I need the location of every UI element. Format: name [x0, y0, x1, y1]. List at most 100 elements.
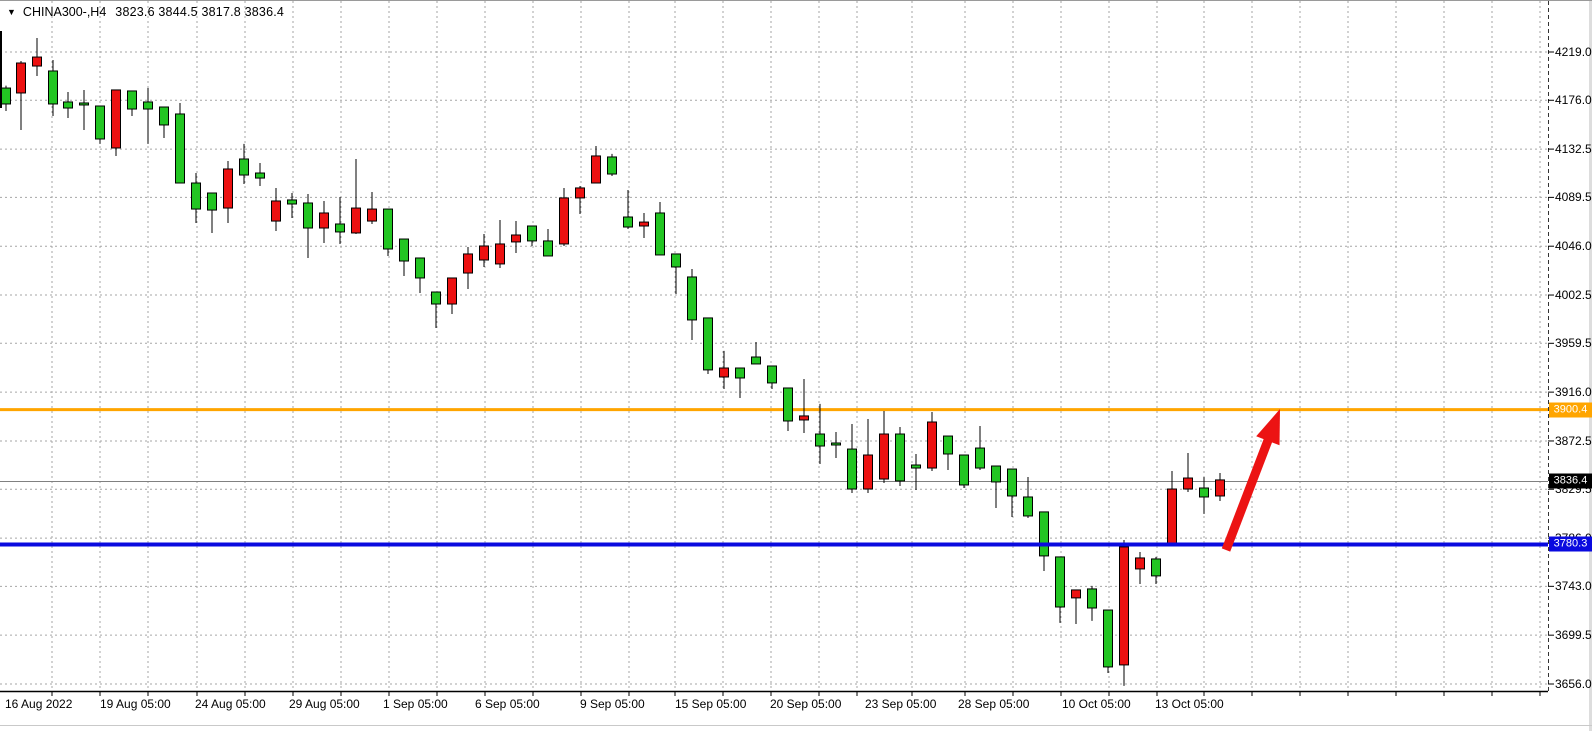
- candle-up: [176, 114, 185, 183]
- candle-up: [336, 224, 345, 232]
- candle-down: [1168, 489, 1177, 543]
- candle-up: [304, 203, 313, 228]
- candle-up: [672, 254, 681, 267]
- price-axis-label: 4002.5: [1555, 288, 1592, 302]
- candle-up: [144, 102, 153, 109]
- candle-down: [1120, 547, 1129, 665]
- symbol-timeframe-label: CHINA300-,H4: [23, 5, 106, 19]
- time-axis-label: 1 Sep 05:00: [383, 697, 448, 711]
- candle-down: [448, 278, 457, 304]
- candle-up: [832, 443, 841, 445]
- support-line-price-tag: 3780.3: [1549, 537, 1592, 552]
- candle-up: [2, 88, 11, 104]
- candle-down: [1216, 480, 1225, 496]
- candle-up: [208, 193, 217, 210]
- candle-up: [1152, 559, 1161, 576]
- breakout-arrow-shaft[interactable]: [1226, 435, 1270, 550]
- candle-down: [928, 422, 937, 468]
- candle-down: [480, 246, 489, 260]
- ohlc-values: 3823.6 3844.5 3817.8 3836.4: [115, 5, 284, 19]
- candle-up: [240, 159, 249, 175]
- price-axis-label: 3872.5: [1555, 434, 1592, 448]
- candle-up: [736, 368, 745, 378]
- candle-up: [688, 277, 697, 320]
- candle-down: [320, 213, 329, 228]
- candle-up: [1056, 557, 1065, 607]
- candle-down: [512, 235, 521, 242]
- candle-up: [544, 241, 553, 256]
- candle-up: [528, 226, 537, 241]
- time-axis-label: 23 Sep 05:00: [865, 697, 936, 711]
- candle-up: [416, 258, 425, 278]
- candle-down: [224, 169, 233, 208]
- symbol-dropdown-icon[interactable]: ▼: [7, 6, 16, 18]
- candle-down: [272, 201, 281, 221]
- candle-down: [17, 63, 26, 93]
- candle-up: [896, 434, 905, 481]
- resistance-line-price-tag: 3900.4: [1549, 402, 1592, 417]
- candle-up: [1200, 488, 1209, 497]
- candle-down: [880, 434, 889, 479]
- candle-down: [800, 416, 809, 420]
- candle-up: [624, 217, 633, 227]
- price-axis-label: 3699.5: [1555, 628, 1592, 642]
- breakout-arrow-head[interactable]: [1256, 409, 1280, 445]
- candle-up: [49, 71, 58, 104]
- candle-up: [192, 183, 201, 209]
- candle-down: [33, 57, 42, 66]
- price-axis-label: 3656.0: [1555, 677, 1592, 691]
- candle-up: [1008, 469, 1017, 496]
- candle-down: [592, 156, 601, 183]
- candle-up: [960, 455, 969, 485]
- candle-up: [992, 466, 1001, 482]
- price-axis-label: 4176.0: [1555, 93, 1592, 107]
- candle-up: [160, 107, 169, 125]
- candle-down: [496, 244, 505, 264]
- candle-up: [288, 200, 297, 204]
- time-axis-label: 6 Sep 05:00: [475, 697, 540, 711]
- candle-up: [400, 239, 409, 261]
- time-axis-label: 19 Aug 05:00: [100, 697, 171, 711]
- time-axis-label: 29 Aug 05:00: [289, 697, 360, 711]
- mt4-chart-window: ▼ CHINA300-,H4 3823.6 3844.5 3817.8 3836…: [0, 0, 1592, 730]
- candle-down: [864, 455, 873, 489]
- candle-down: [112, 90, 121, 148]
- time-axis-label: 24 Aug 05:00: [195, 697, 266, 711]
- candle-up: [752, 357, 761, 364]
- candle-down: [640, 222, 649, 226]
- candle-up: [784, 388, 793, 421]
- candle-up: [432, 292, 441, 304]
- candle-up: [976, 448, 985, 468]
- candle-down: [576, 188, 585, 198]
- price-axis-label: 4046.0: [1555, 239, 1592, 253]
- candle-up: [128, 91, 137, 109]
- candle-up: [384, 209, 393, 249]
- candle-down: [464, 254, 473, 273]
- price-axis-label: 3743.0: [1555, 579, 1592, 593]
- chart-header: ▼ CHINA300-,H4 3823.6 3844.5 3817.8 3836…: [7, 5, 284, 19]
- bottom-separator: [0, 725, 1592, 726]
- candle-up: [256, 173, 265, 178]
- time-axis-label: 10 Oct 05:00: [1062, 697, 1131, 711]
- candlestick-chart[interactable]: [0, 1, 1592, 731]
- candle-up: [656, 213, 665, 255]
- candle-up: [96, 106, 105, 139]
- candle-up: [1040, 512, 1049, 556]
- candle-up: [1024, 497, 1033, 516]
- candle-up: [608, 157, 617, 174]
- time-axis-label: 20 Sep 05:00: [770, 697, 841, 711]
- candle-down: [720, 368, 729, 377]
- last-price-line-price-tag: 3836.4: [1549, 474, 1592, 489]
- candle-down: [368, 209, 377, 221]
- candle-up: [80, 103, 89, 105]
- time-axis-label: 9 Sep 05:00: [580, 697, 645, 711]
- time-axis-label: 16 Aug 2022: [5, 697, 72, 711]
- candle-down: [1136, 558, 1145, 569]
- candle-up: [768, 366, 777, 383]
- time-axis-label: 13 Oct 05:00: [1155, 697, 1224, 711]
- price-axis-label: 4219.0: [1555, 45, 1592, 59]
- price-axis-label: 4089.5: [1555, 190, 1592, 204]
- candle-down: [1184, 478, 1193, 489]
- candle-up: [912, 465, 921, 468]
- candle-up: [1104, 610, 1113, 667]
